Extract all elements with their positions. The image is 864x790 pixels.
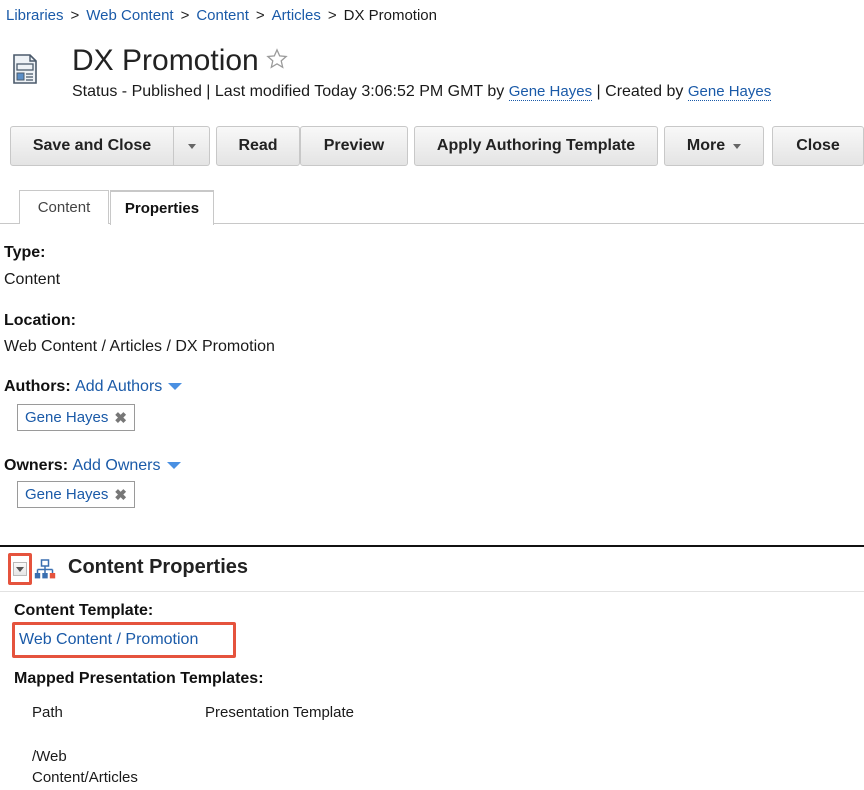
breadcrumb-articles[interactable]: Articles: [272, 7, 321, 24]
tab-properties[interactable]: Properties: [110, 190, 214, 225]
created-by-link[interactable]: Gene Hayes: [687, 83, 772, 101]
tab-bar: Content Properties: [0, 186, 864, 225]
remove-icon[interactable]: ✖: [114, 486, 127, 504]
content-properties-header: Content Properties: [0, 547, 864, 592]
save-options-dropdown-button[interactable]: [174, 126, 210, 166]
hierarchy-tree-icon: [34, 559, 56, 579]
author-name[interactable]: Gene Hayes: [25, 409, 108, 426]
save-and-close-button[interactable]: Save and Close: [10, 126, 174, 166]
more-button-label: More: [686, 137, 726, 154]
owner-chip: Gene Hayes ✖: [17, 481, 135, 508]
breadcrumb-current: DX Promotion: [343, 7, 437, 24]
collapse-toggle-button[interactable]: [8, 553, 32, 585]
created-prefix: | Created by: [596, 83, 684, 100]
chevron-down-icon: [187, 143, 196, 149]
column-header-presentation-template: Presentation Template: [205, 704, 354, 721]
page-header: DX Promotion Status - Published | Last m…: [10, 44, 860, 104]
breadcrumb-separator: >: [327, 7, 337, 24]
owner-name[interactable]: Gene Hayes: [25, 486, 108, 503]
chevron-down-icon[interactable]: [166, 462, 181, 470]
column-header-path: Path: [32, 704, 63, 721]
breadcrumb-separator: >: [180, 7, 190, 24]
toolbar: Save and Close Read Preview Apply Author…: [10, 126, 864, 166]
mapped-templates-label: Mapped Presentation Templates:: [14, 670, 264, 687]
chevron-down-icon: [733, 143, 742, 149]
content-document-icon: [13, 54, 37, 84]
breadcrumb-libraries[interactable]: Libraries: [6, 7, 64, 24]
preview-button[interactable]: Preview: [300, 126, 408, 166]
breadcrumb-separator: >: [255, 7, 265, 24]
close-button[interactable]: Close: [772, 126, 864, 166]
page-title: DX Promotion: [72, 44, 259, 77]
breadcrumb-separator: >: [70, 7, 80, 24]
breadcrumb-content[interactable]: Content: [196, 7, 249, 24]
table-row-path: /Web Content/Articles: [32, 748, 138, 786]
type-label: Type:: [4, 244, 46, 261]
owners-row: Owners: Add Owners: [4, 457, 181, 475]
status-line: Status - Published | Last modified Today…: [72, 83, 772, 101]
remove-icon[interactable]: ✖: [114, 409, 127, 427]
owners-label: Owners:: [4, 457, 69, 474]
add-owners-link[interactable]: Add Owners: [72, 457, 160, 474]
collapse-box: [13, 562, 27, 576]
add-authors-link[interactable]: Add Authors: [75, 378, 162, 395]
breadcrumb-web-content[interactable]: Web Content: [86, 7, 173, 24]
content-template-link[interactable]: Web Content / Promotion: [19, 631, 198, 649]
tab-content[interactable]: Content: [19, 190, 109, 224]
status-text: Status - Published | Last modified Today…: [72, 83, 505, 100]
content-properties-title: Content Properties: [68, 556, 249, 578]
modified-by-link[interactable]: Gene Hayes: [508, 83, 593, 101]
location-value: Web Content / Articles / DX Promotion: [4, 338, 275, 355]
content-template-label: Content Template:: [14, 602, 154, 619]
authors-row: Authors: Add Authors: [4, 378, 183, 396]
read-button[interactable]: Read: [216, 126, 300, 166]
apply-authoring-template-button[interactable]: Apply Authoring Template: [414, 126, 658, 166]
chevron-down-icon: [16, 566, 24, 572]
breadcrumb: Libraries > Web Content > Content > Articles > D…: [6, 7, 437, 24]
favorite-star-icon[interactable]: [266, 48, 288, 70]
location-label: Location:: [4, 312, 76, 329]
more-button[interactable]: More: [664, 126, 764, 166]
chevron-down-icon[interactable]: [168, 383, 183, 391]
authors-label: Authors:: [4, 378, 71, 395]
author-chip: Gene Hayes ✖: [17, 404, 135, 431]
type-value: Content: [4, 271, 61, 288]
